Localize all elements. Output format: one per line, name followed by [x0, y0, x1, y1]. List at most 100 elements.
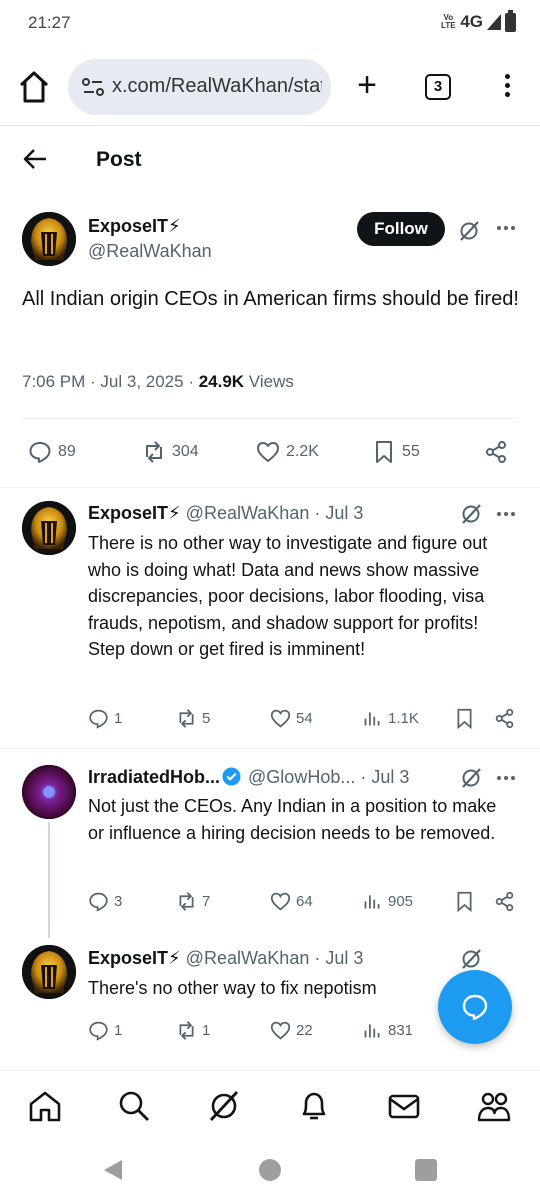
author-handle[interactable]: @RealWaKhan · Jul 3 [181, 503, 364, 523]
heart-icon [270, 892, 291, 911]
reply-header: IrradiatedHob... @GlowHob... · Jul 3 [88, 767, 409, 788]
system-recents-icon[interactable] [415, 1159, 437, 1181]
reply-count: 3 [114, 893, 123, 910]
share-button[interactable] [494, 708, 515, 729]
share-button[interactable] [484, 440, 508, 464]
views-button[interactable]: 831 [362, 1020, 413, 1041]
battery-icon [505, 9, 516, 32]
views-button[interactable]: 905 [362, 891, 413, 912]
reply-text: Not just the CEOs. Any Indian in a posit… [88, 796, 497, 843]
volte-indicator: Vo LTE [441, 13, 456, 30]
views-button[interactable]: 1.1K [362, 708, 419, 729]
bookmark-button[interactable]: 55 [372, 440, 420, 464]
views-count: 24.9K [198, 372, 245, 391]
bookmark-icon [376, 441, 392, 463]
post-time[interactable]: 7:06 PM · Jul 3, 2025 · [22, 372, 199, 391]
bookmark-count: 55 [402, 443, 420, 460]
grok-icon[interactable] [460, 767, 482, 789]
grok-icon[interactable] [460, 948, 482, 970]
reply-button[interactable]: 1 [88, 1020, 122, 1041]
author-name[interactable]: ExposeIT⚡ [88, 503, 181, 523]
browser-home-icon[interactable] [18, 70, 50, 104]
tab-switcher-button[interactable]: 3 [425, 74, 451, 100]
grok-icon[interactable] [458, 220, 480, 242]
notifications-icon[interactable] [297, 1089, 331, 1123]
repost-icon [146, 441, 162, 463]
follow-button[interactable]: Follow [357, 212, 445, 246]
system-navigation [0, 1142, 540, 1200]
avatar[interactable] [22, 765, 76, 819]
share-icon [486, 441, 506, 463]
like-button[interactable]: 54 [270, 708, 313, 729]
repost-button[interactable]: 7 [176, 891, 210, 912]
browser-menu-icon[interactable] [497, 74, 517, 104]
avatar[interactable] [22, 501, 76, 555]
new-tab-button[interactable]: + [352, 68, 382, 102]
author-handle[interactable]: @GlowHob... · Jul 3 [243, 767, 409, 787]
repost-button[interactable]: 1 [176, 1020, 210, 1041]
author-handle[interactable]: @RealWaKhan [88, 241, 212, 262]
bottom-nav [0, 1070, 540, 1142]
views-icon [364, 1024, 380, 1038]
views-icon [364, 712, 380, 726]
avatar[interactable] [22, 945, 76, 999]
search-icon[interactable] [117, 1089, 151, 1123]
grok-icon[interactable] [460, 503, 482, 525]
avatar[interactable] [22, 212, 76, 266]
site-settings-icon[interactable] [82, 77, 104, 97]
reply-icon [89, 709, 108, 729]
repost-button[interactable]: 304 [142, 440, 199, 464]
system-home-icon[interactable] [259, 1159, 281, 1181]
reply-actions: 1 5 54 1.1K [0, 708, 540, 732]
repost-count: 7 [202, 893, 211, 910]
share-button[interactable] [494, 891, 515, 912]
reply-button[interactable]: 3 [88, 891, 122, 912]
bookmark-button[interactable] [454, 708, 475, 729]
system-back-icon[interactable] [102, 1158, 124, 1182]
post-actions: 89 304 2.2K 55 [0, 440, 540, 466]
reply-count: 89 [58, 443, 76, 460]
repost-icon [179, 709, 194, 728]
verified-badge-icon [222, 767, 241, 786]
signal-icon [487, 14, 501, 30]
reply-button[interactable]: 1 [88, 708, 122, 729]
more-icon[interactable] [496, 775, 516, 781]
author-name[interactable]: ExposeIT⚡ [88, 216, 181, 237]
reply-actions: 3 7 64 905 [0, 891, 540, 915]
post-meta: 7:06 PM · Jul 3, 2025 · 24.9K Views [22, 372, 294, 392]
like-button[interactable]: 64 [270, 891, 313, 912]
more-icon[interactable] [496, 225, 516, 231]
more-icon[interactable] [496, 511, 516, 517]
share-icon [495, 891, 514, 912]
views-label: Views [244, 372, 294, 391]
heart-icon [257, 442, 279, 462]
grok-nav-icon[interactable] [207, 1089, 241, 1123]
reply-count: 1 [114, 1022, 123, 1039]
like-button[interactable]: 22 [270, 1020, 313, 1041]
author-handle[interactable]: @RealWaKhan · Jul 3 [181, 948, 364, 968]
views-count: 905 [388, 893, 414, 910]
like-count: 2.2K [286, 443, 319, 460]
repost-count: 1 [202, 1022, 211, 1039]
home-icon[interactable] [28, 1089, 62, 1123]
reply-post[interactable]: IrradiatedHob... @GlowHob... · Jul 3 Not… [0, 749, 540, 929]
post-text: All Indian origin CEOs in American firms… [22, 288, 519, 310]
back-arrow-icon[interactable] [22, 146, 48, 172]
status-time: 21:27 [28, 13, 71, 32]
reply-button[interactable]: 89 [28, 440, 76, 464]
author-name[interactable]: ExposeIT⚡ [88, 948, 181, 968]
address-bar[interactable]: x.com/RealWaKhan/status/1 [68, 59, 331, 115]
like-button[interactable]: 2.2K [256, 440, 319, 464]
communities-icon[interactable] [477, 1089, 511, 1123]
like-count: 22 [296, 1022, 313, 1039]
repost-button[interactable]: 5 [176, 708, 210, 729]
compose-reply-fab[interactable] [438, 970, 512, 1044]
page-title: Post [96, 148, 142, 171]
reply-post[interactable]: ExposeIT⚡ @RealWaKhan · Jul 3 There is n… [0, 488, 540, 748]
reply-header: ExposeIT⚡ @RealWaKhan · Jul 3 [88, 503, 363, 524]
views-count: 1.1K [388, 710, 419, 727]
reply-icon [89, 1021, 108, 1041]
messages-icon[interactable] [387, 1089, 421, 1123]
bookmark-button[interactable] [454, 891, 475, 912]
author-name[interactable]: IrradiatedHob... [88, 767, 220, 787]
